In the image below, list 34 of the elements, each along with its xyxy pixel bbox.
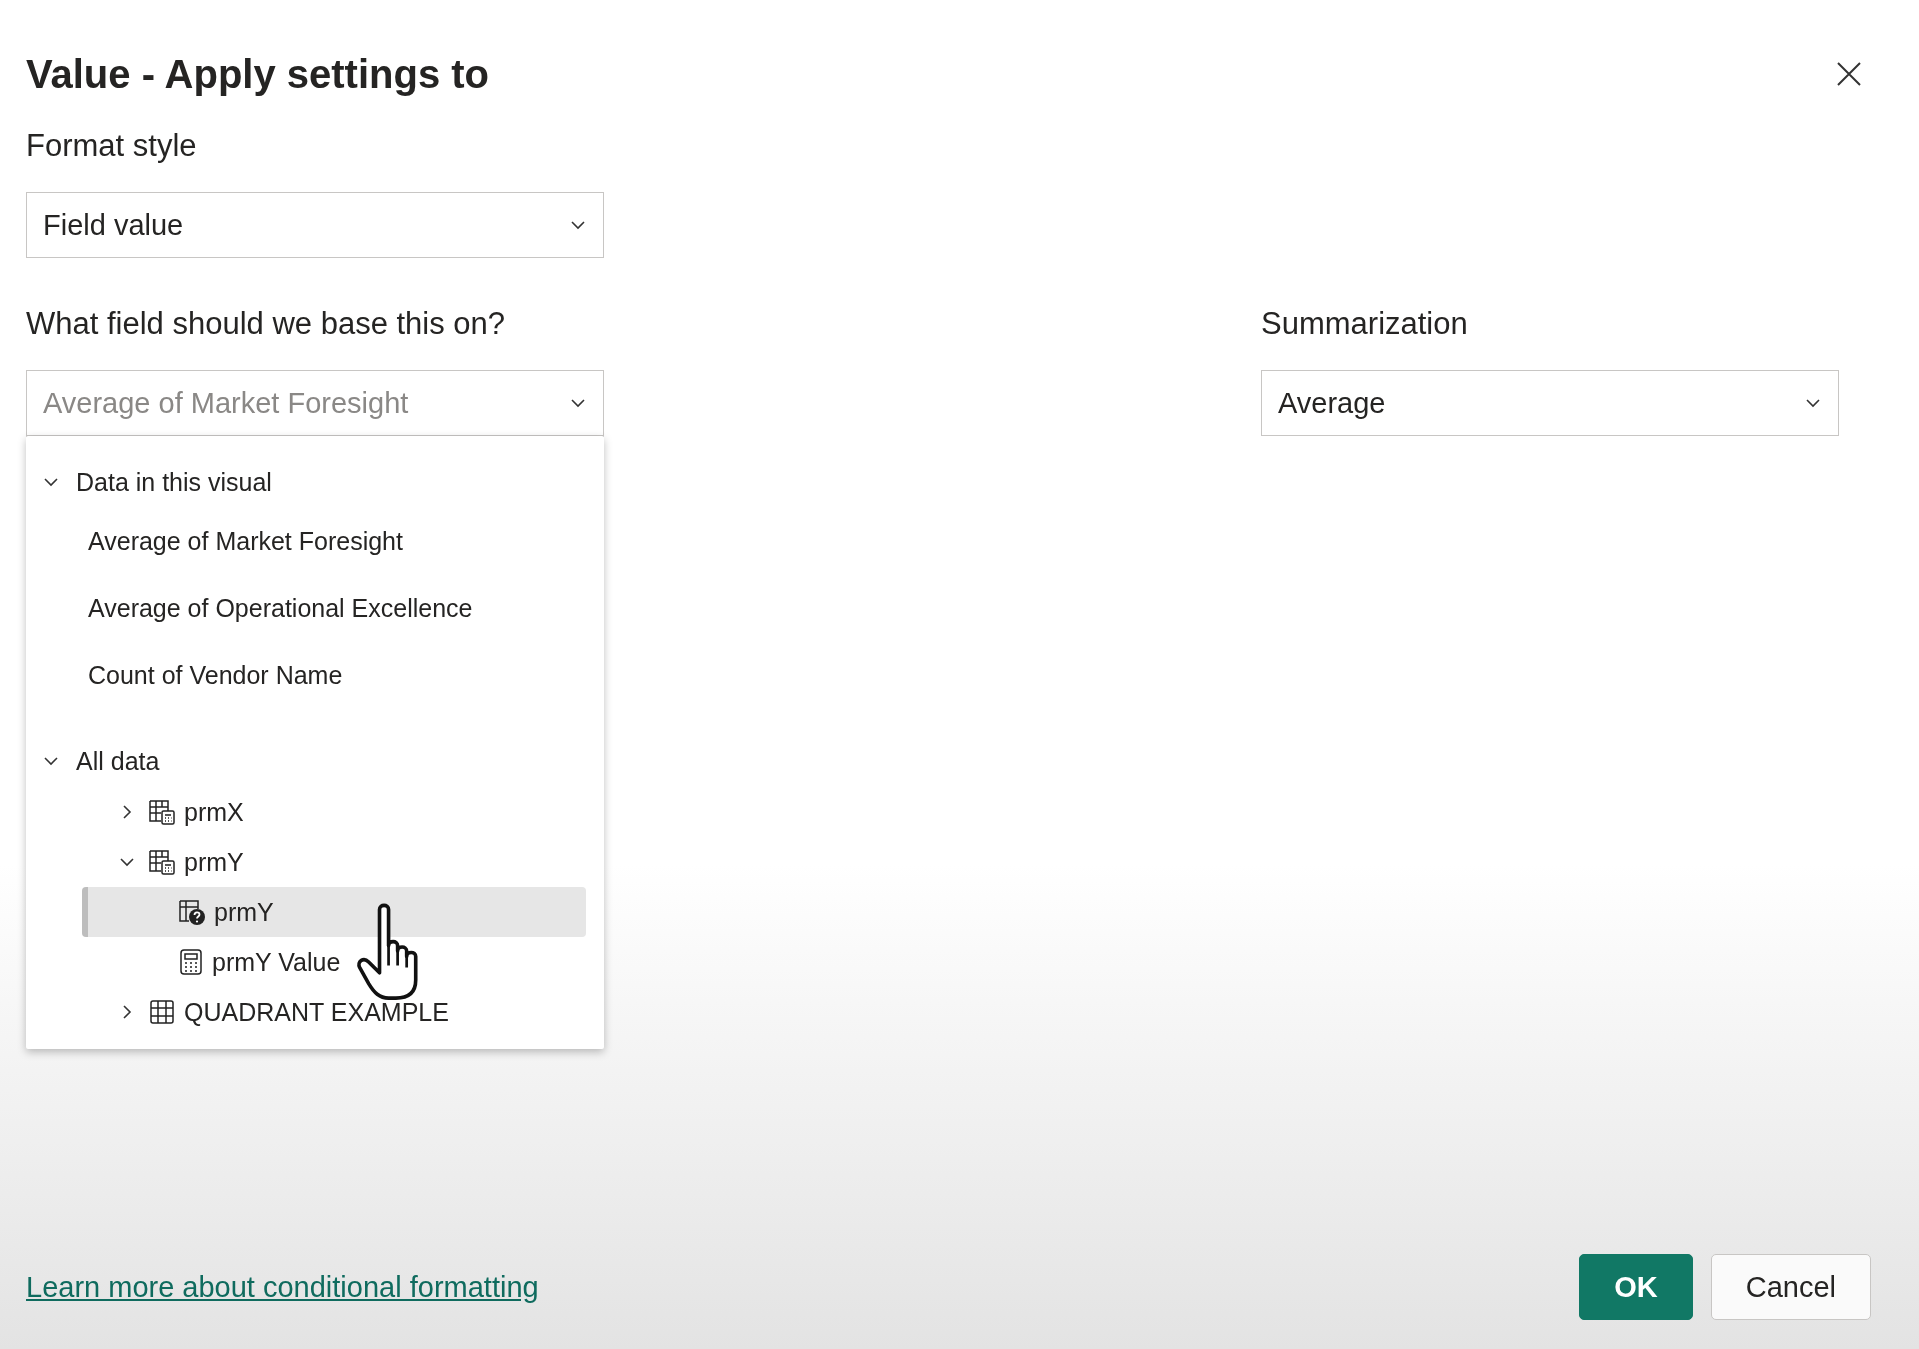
- calculator-icon: [178, 948, 204, 976]
- cancel-button[interactable]: Cancel: [1710, 1254, 1871, 1320]
- tree-item-label: prmY Value: [212, 947, 341, 977]
- field-dropdown[interactable]: Average of Market Foresight: [26, 370, 604, 436]
- tree-item-label: prmX: [184, 797, 244, 827]
- tree-item[interactable]: QUADRANT EXAMPLE: [82, 987, 586, 1037]
- help-link[interactable]: Learn more about conditional formatting: [26, 1270, 539, 1304]
- tree-item-label: Average of Market Foresight: [88, 527, 403, 556]
- table-icon: [148, 998, 176, 1026]
- tree-item[interactable]: prmY: [82, 887, 586, 937]
- field-label: Format style: [26, 128, 198, 164]
- group-header[interactable]: All data: [76, 746, 160, 776]
- tree-item[interactable]: prmX: [82, 787, 586, 837]
- table-calculator-icon: [148, 798, 176, 826]
- ok-button[interactable]: OK: [1579, 1254, 1693, 1320]
- tree-item[interactable]: Average of Market Foresight: [82, 508, 586, 575]
- group-header[interactable]: Data in this visual: [76, 467, 272, 497]
- tree-item-label: prmY: [214, 897, 274, 927]
- field-label: Summarization: [1261, 306, 1469, 342]
- tree-item-label: Count of Vendor Name: [88, 661, 343, 690]
- table-question-icon: [178, 898, 206, 926]
- format-style-dropdown[interactable]: Field value: [26, 192, 604, 258]
- table-calculator-icon: [148, 848, 176, 876]
- dialog-title: Value - Apply settings to: [26, 51, 490, 97]
- close-icon: [1835, 60, 1863, 88]
- summarization-dropdown[interactable]: Average: [1261, 370, 1839, 436]
- tree-item-label: Average of Operational Excellence: [88, 594, 473, 623]
- tree-item[interactable]: Average of Operational Excellence: [82, 575, 586, 642]
- tree-item-label: QUADRANT EXAMPLE: [184, 997, 449, 1027]
- tree-item[interactable]: prmY Value: [82, 937, 586, 987]
- tree-item[interactable]: Count of Vendor Name: [82, 642, 586, 709]
- tree-item-label: prmY: [184, 847, 244, 877]
- field-label: What field should we base this on?: [26, 306, 507, 342]
- tree-item[interactable]: prmY: [82, 837, 586, 887]
